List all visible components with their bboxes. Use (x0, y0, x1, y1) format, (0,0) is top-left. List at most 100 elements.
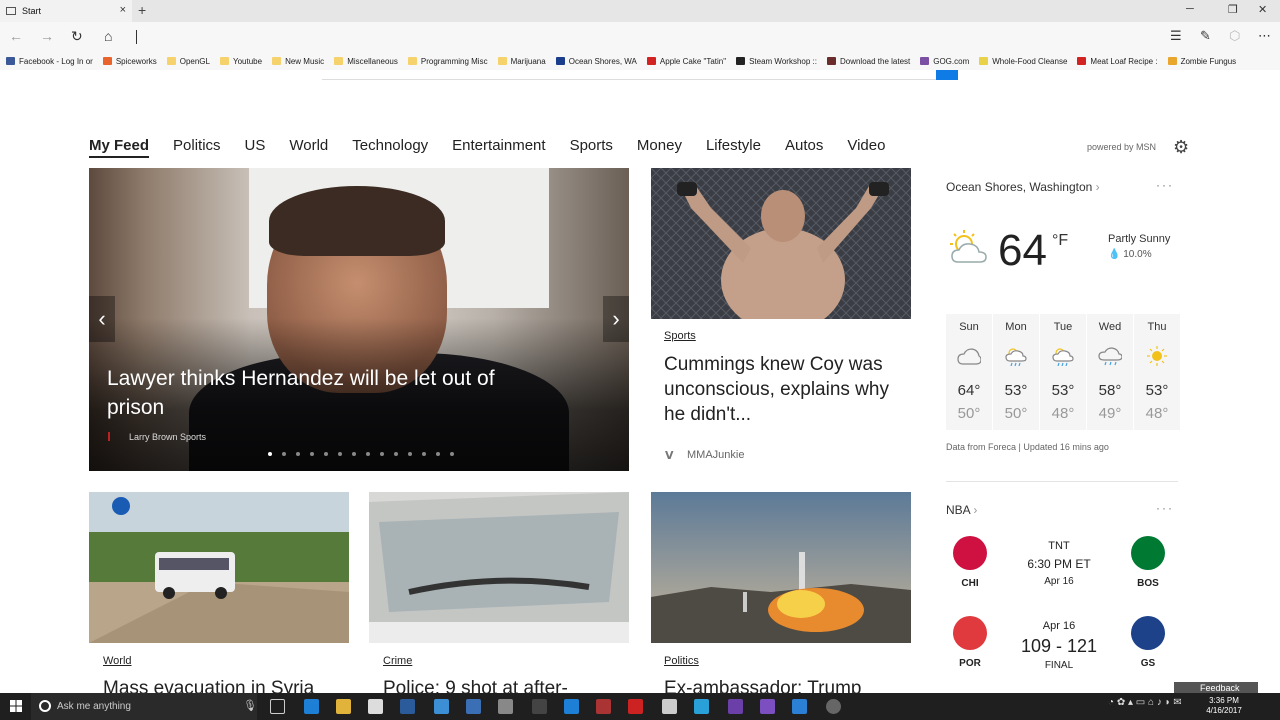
carousel-dot[interactable] (408, 452, 412, 456)
clock[interactable]: 3:36 PM 4/16/2017 (1200, 696, 1248, 716)
app-icon[interactable] (498, 699, 513, 714)
more-menu-icon[interactable]: ⋯ (1258, 28, 1271, 44)
favorite-item[interactable]: Whole-Food Cleanse (979, 57, 1067, 66)
app-icon[interactable] (434, 699, 449, 714)
card-category[interactable]: Crime (383, 655, 412, 667)
steam-icon[interactable] (400, 699, 415, 714)
forecast-day[interactable]: Sun 64° 50° (946, 314, 992, 430)
favorite-item[interactable]: Apple Cake "Tatin" (646, 57, 726, 66)
carousel-next-button[interactable]: › (603, 296, 629, 342)
favorite-item[interactable]: Spiceworks (102, 57, 157, 66)
carousel-dot[interactable] (422, 452, 426, 456)
task-view-icon[interactable] (270, 699, 285, 714)
carousel-dot[interactable] (296, 452, 300, 456)
news-card-world[interactable]: World Mass evacuation in Syria (89, 492, 349, 699)
tab-autos[interactable]: Autos (785, 137, 823, 158)
favorite-item[interactable]: Meat Loaf Recipe : (1077, 57, 1158, 66)
calculator-icon[interactable] (662, 699, 677, 714)
web-search-box[interactable] (322, 70, 958, 80)
carousel-dots[interactable] (268, 452, 464, 456)
forecast-day[interactable]: Tue 53° 48° (1040, 314, 1086, 430)
favorite-item[interactable]: Youtube (219, 57, 262, 66)
tab-politics[interactable]: Politics (173, 137, 221, 158)
nba-title[interactable]: NBA › (946, 503, 977, 517)
favorite-item[interactable]: Miscellaneous (334, 57, 398, 66)
close-window-button[interactable]: ✕ (1258, 3, 1267, 16)
system-tray[interactable]: ◔ ✿ ▴ ▭ ⌂ ♪ ◗ ✉ (1108, 697, 1182, 708)
tab-us[interactable]: US (245, 137, 266, 158)
vscode-icon[interactable] (792, 699, 807, 714)
tab-video[interactable]: Video (847, 137, 885, 158)
tab-lifestyle[interactable]: Lifestyle (706, 137, 761, 158)
share-icon[interactable]: ⬡ (1229, 28, 1240, 44)
carousel-dot[interactable] (268, 452, 272, 456)
app-icon[interactable] (596, 699, 611, 714)
carousel-dot[interactable] (366, 452, 370, 456)
favorite-item[interactable]: Facebook - Log In or (6, 57, 93, 66)
cortana-search[interactable]: Ask me anything 🎙 (31, 693, 257, 720)
favorite-item[interactable]: OpenGL (166, 57, 210, 66)
news-card-crime[interactable]: Crime Police: 9 shot at after- (369, 492, 629, 699)
favorite-item[interactable]: Ocean Shores, WA (555, 57, 637, 66)
hero-headline[interactable]: Lawyer thinks Hernandez will be let out … (107, 364, 547, 422)
card-category[interactable]: Sports (664, 330, 696, 342)
favorite-item[interactable]: GOG.com (920, 57, 969, 66)
forecast-day[interactable]: Mon 53° 50° (993, 314, 1039, 430)
card-category[interactable]: World (103, 655, 132, 667)
forecast-day[interactable]: Thu 53° 48° (1134, 314, 1180, 430)
tab-technology[interactable]: Technology (352, 137, 428, 158)
minimize-button[interactable]: ─ (1186, 3, 1194, 15)
app-icon[interactable] (694, 699, 709, 714)
favorite-item[interactable]: Download the latest (826, 57, 910, 66)
carousel-dot[interactable] (338, 452, 342, 456)
temperature-unit[interactable]: °F (1052, 232, 1068, 250)
favorite-item[interactable]: Marijuana (497, 57, 546, 66)
microphone-icon[interactable]: 🎙 (243, 699, 257, 712)
card-category[interactable]: Politics (664, 655, 699, 667)
hero-carousel[interactable]: Lawyer thinks Hernandez will be let out … (89, 168, 629, 471)
carousel-dot[interactable] (394, 452, 398, 456)
tab-sports[interactable]: Sports (570, 137, 613, 158)
app-icon[interactable] (628, 699, 643, 714)
favorite-item[interactable]: Zombie Fungus (1167, 57, 1236, 66)
carousel-dot[interactable] (436, 452, 440, 456)
windows-start-icon[interactable] (10, 700, 22, 712)
edge-icon[interactable] (304, 699, 319, 714)
news-card-sports[interactable]: Sports Cummings knew Coy was unconscious… (651, 168, 911, 471)
web-note-icon[interactable]: ✎ (1200, 28, 1211, 44)
card-headline[interactable]: Cummings knew Coy was unconscious, expla… (664, 352, 904, 427)
app-icon[interactable] (532, 699, 547, 714)
news-card-politics[interactable]: Politics Ex-ambassador: Trump (651, 492, 911, 699)
new-tab-button[interactable]: + (138, 2, 146, 18)
carousel-prev-button[interactable]: ‹ (89, 296, 115, 342)
app-icon[interactable] (564, 699, 579, 714)
carousel-dot[interactable] (282, 452, 286, 456)
tab-start[interactable]: Start × (0, 0, 132, 22)
forecast-day[interactable]: Wed 58° 49° (1087, 314, 1133, 430)
file-explorer-icon[interactable] (336, 699, 351, 714)
visual-studio-icon[interactable] (728, 699, 743, 714)
carousel-dot[interactable] (310, 452, 314, 456)
carousel-dot[interactable] (450, 452, 454, 456)
back-button[interactable]: ← (9, 28, 23, 44)
store-icon[interactable] (368, 699, 383, 714)
tab-close-button[interactable]: × (120, 4, 126, 16)
gear-icon[interactable]: ⚙ (1173, 137, 1189, 158)
tab-my-feed[interactable]: My Feed (89, 137, 150, 158)
tab-world[interactable]: World (289, 137, 328, 158)
favorite-item[interactable]: Steam Workshop :: (736, 57, 817, 66)
app-icon[interactable] (826, 699, 841, 714)
hub-icon[interactable]: ☰ (1170, 28, 1182, 44)
forward-button[interactable]: → (40, 28, 54, 44)
carousel-dot[interactable] (324, 452, 328, 456)
favorite-item[interactable]: New Music (272, 57, 324, 66)
tab-money[interactable]: Money (637, 137, 682, 158)
visual-studio-icon[interactable] (760, 699, 775, 714)
favorite-item[interactable]: Programming Misc (407, 57, 488, 66)
carousel-dot[interactable] (352, 452, 356, 456)
tab-entertainment[interactable]: Entertainment (452, 137, 545, 158)
home-button[interactable]: ⌂ (104, 28, 112, 44)
address-bar[interactable] (136, 30, 137, 44)
app-icon[interactable] (466, 699, 481, 714)
web-search-button[interactable] (936, 70, 958, 80)
